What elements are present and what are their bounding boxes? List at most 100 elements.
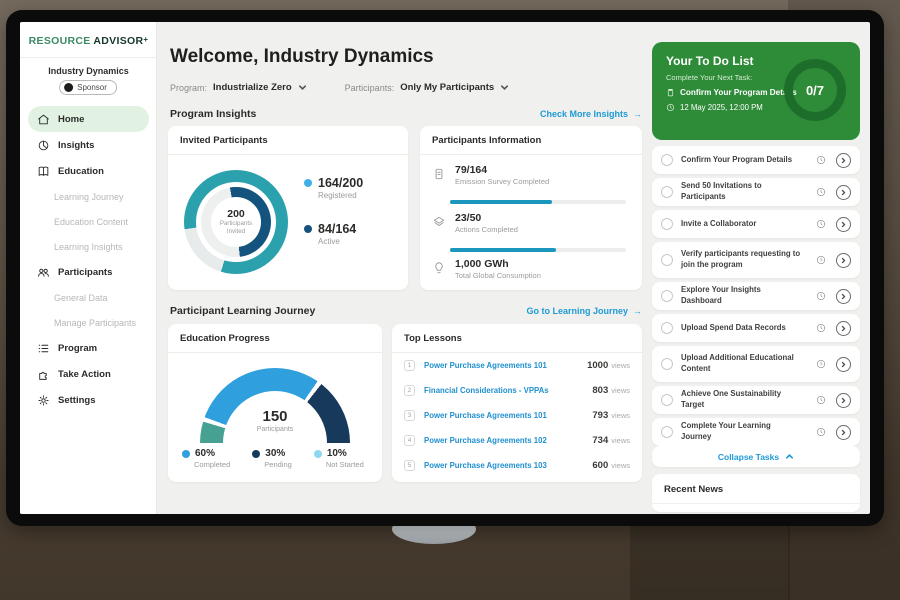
card-title: Top Lessons — [392, 324, 642, 353]
participants-select-value: Only My Participants — [400, 82, 494, 93]
task-open-button[interactable] — [836, 357, 851, 372]
sidebar-item-take-action[interactable]: Take Action — [28, 361, 149, 387]
card-title: Participants Information — [420, 126, 642, 155]
sidebar-item-label: Education Content — [54, 217, 128, 227]
legend-item-active: 84/164 Active — [304, 222, 363, 246]
book-icon — [37, 165, 50, 178]
monitor-bezel: RESOURCE ADVISOR+ Industry Dynamics Spon… — [6, 10, 884, 526]
sidebar-item-education-content[interactable]: Education Content — [28, 209, 149, 234]
task-open-button[interactable] — [836, 321, 851, 336]
lesson-link[interactable]: Financial Considerations - VPPAs — [424, 386, 592, 395]
sidebar-item-insights[interactable]: Insights — [28, 132, 149, 158]
lesson-link[interactable]: Power Purchase Agreements 103 — [424, 461, 592, 470]
sidebar-item-label: Take Action — [58, 369, 111, 380]
sidebar-item-program[interactable]: Program — [28, 335, 149, 361]
progress-fill — [450, 200, 552, 204]
donut-center-label: Participants Invited — [220, 220, 252, 236]
sidebar-item-education[interactable]: Education — [28, 158, 149, 184]
task-open-button[interactable] — [836, 425, 851, 440]
education-progress-card: Education Progress 150 Participants 60% … — [168, 324, 382, 482]
sidebar-item-settings[interactable]: Settings — [28, 387, 149, 413]
clock-icon — [816, 359, 826, 369]
participants-select[interactable]: Participants: Only My Participants — [345, 82, 510, 93]
task-open-button[interactable] — [836, 217, 851, 232]
sponsor-label: Sponsor — [77, 83, 107, 92]
registered-dot — [304, 179, 312, 187]
sidebar-item-home[interactable]: Home — [28, 106, 149, 132]
task-checkbox[interactable] — [661, 426, 673, 438]
task-checkbox[interactable] — [661, 154, 673, 166]
photo-background: RESOURCE ADVISOR+ Industry Dynamics Spon… — [0, 0, 900, 600]
task-open-button[interactable] — [836, 153, 851, 168]
invited-participants-donut-chart: 200 Participants Invited — [184, 170, 288, 274]
task-open-button[interactable] — [836, 185, 851, 200]
task-checkbox[interactable] — [661, 290, 673, 302]
learning-journey-title: Participant Learning Journey — [170, 305, 315, 317]
recent-news-card: Recent News — [652, 474, 860, 512]
views-word: views — [611, 436, 630, 445]
task-checkbox[interactable] — [661, 186, 673, 198]
active-value: 84/164 — [318, 222, 356, 236]
sidebar-divider — [20, 57, 157, 58]
registered-value: 164/200 — [318, 176, 363, 190]
sidebar-item-learning-journey[interactable]: Learning Journey — [28, 184, 149, 209]
sidebar-item-label: Settings — [58, 395, 95, 406]
progress-fill — [450, 248, 556, 252]
task-row-complete-learning-journey[interactable]: Complete Your Learning Journey — [652, 418, 860, 446]
program-select-label: Program: — [170, 83, 207, 93]
gauge-legend: 60% Completed 30% Pending 10% Not Starte… — [182, 448, 364, 469]
task-row-verify-participants[interactable]: Verify participants requesting to join t… — [652, 242, 860, 278]
task-open-button[interactable] — [836, 393, 851, 408]
task-row-upload-spend-data[interactable]: Upload Spend Data Records — [652, 314, 860, 342]
lightbulb-icon — [432, 261, 446, 275]
task-row-invite-collaborator[interactable]: Invite a Collaborator — [652, 210, 860, 238]
task-open-button[interactable] — [836, 289, 851, 304]
task-row-achieve-target[interactable]: Achieve One Sustainability Target — [652, 386, 860, 414]
donut-center-value: 200 — [227, 208, 245, 220]
sidebar-item-general-data[interactable]: General Data — [28, 285, 149, 310]
views-word: views — [611, 386, 630, 395]
top-lessons-card: Top Lessons 1 Power Purchase Agreements … — [392, 324, 642, 482]
actions-progress-bar — [450, 248, 626, 252]
task-row-confirm-program[interactable]: Confirm Your Program Details — [652, 146, 860, 174]
task-checkbox[interactable] — [661, 254, 673, 266]
sidebar-item-participants[interactable]: Participants — [28, 259, 149, 285]
sidebar-item-manage-participants[interactable]: Manage Participants — [28, 310, 149, 335]
lesson-views: 803 — [592, 385, 608, 396]
task-checkbox[interactable] — [661, 322, 673, 334]
sidebar-item-label: Program — [58, 343, 97, 354]
invited-participants-card: Invited Participants 200 Participants In… — [168, 126, 408, 290]
clock-icon — [666, 103, 675, 112]
lesson-link[interactable]: Power Purchase Agreements 102 — [424, 436, 592, 445]
go-to-learning-journey-link[interactable]: Go to Learning Journey → — [526, 306, 642, 316]
task-row-upload-educational-content[interactable]: Upload Additional Educational Content — [652, 346, 860, 382]
lesson-link[interactable]: Power Purchase Agreements 101 — [424, 361, 587, 370]
sidebar-item-label: Learning Insights — [54, 242, 123, 252]
task-row-explore-insights[interactable]: Explore Your Insights Dashboard — [652, 282, 860, 310]
task-checkbox[interactable] — [661, 218, 673, 230]
clock-icon — [816, 291, 826, 301]
stat-label: Actions Completed — [455, 225, 518, 234]
check-more-insights-link[interactable]: Check More Insights → — [540, 109, 642, 119]
pending-dot — [252, 450, 260, 458]
background-shadow-bottom — [630, 520, 790, 600]
clock-icon — [816, 395, 826, 405]
sidebar-item-label: Participants — [58, 267, 112, 278]
task-row-send-invitations[interactable]: Send 50 Invitations to Participants — [652, 178, 860, 206]
lesson-link[interactable]: Power Purchase Agreements 101 — [424, 411, 592, 420]
sidebar: RESOURCE ADVISOR+ Industry Dynamics Spon… — [20, 22, 157, 514]
sidebar-item-label: Home — [58, 114, 84, 125]
views-word: views — [611, 361, 630, 370]
task-checkbox[interactable] — [661, 394, 673, 406]
sidebar-item-learning-insights[interactable]: Learning Insights — [28, 234, 149, 259]
sidebar-item-label: Manage Participants — [54, 318, 136, 328]
task-open-button[interactable] — [836, 253, 851, 268]
page-title: Welcome, Industry Dynamics — [170, 46, 434, 68]
program-select[interactable]: Program: Industrialize Zero — [170, 82, 307, 93]
collapse-tasks-button[interactable]: Collapse Tasks — [652, 446, 860, 467]
stat-emission-survey: 79/164 Emission Survey Completed — [432, 164, 549, 186]
lesson-rank: 1 — [404, 360, 415, 371]
logo-plus: + — [143, 35, 148, 44]
task-checkbox[interactable] — [661, 358, 673, 370]
link-label: Check More Insights — [540, 109, 628, 119]
